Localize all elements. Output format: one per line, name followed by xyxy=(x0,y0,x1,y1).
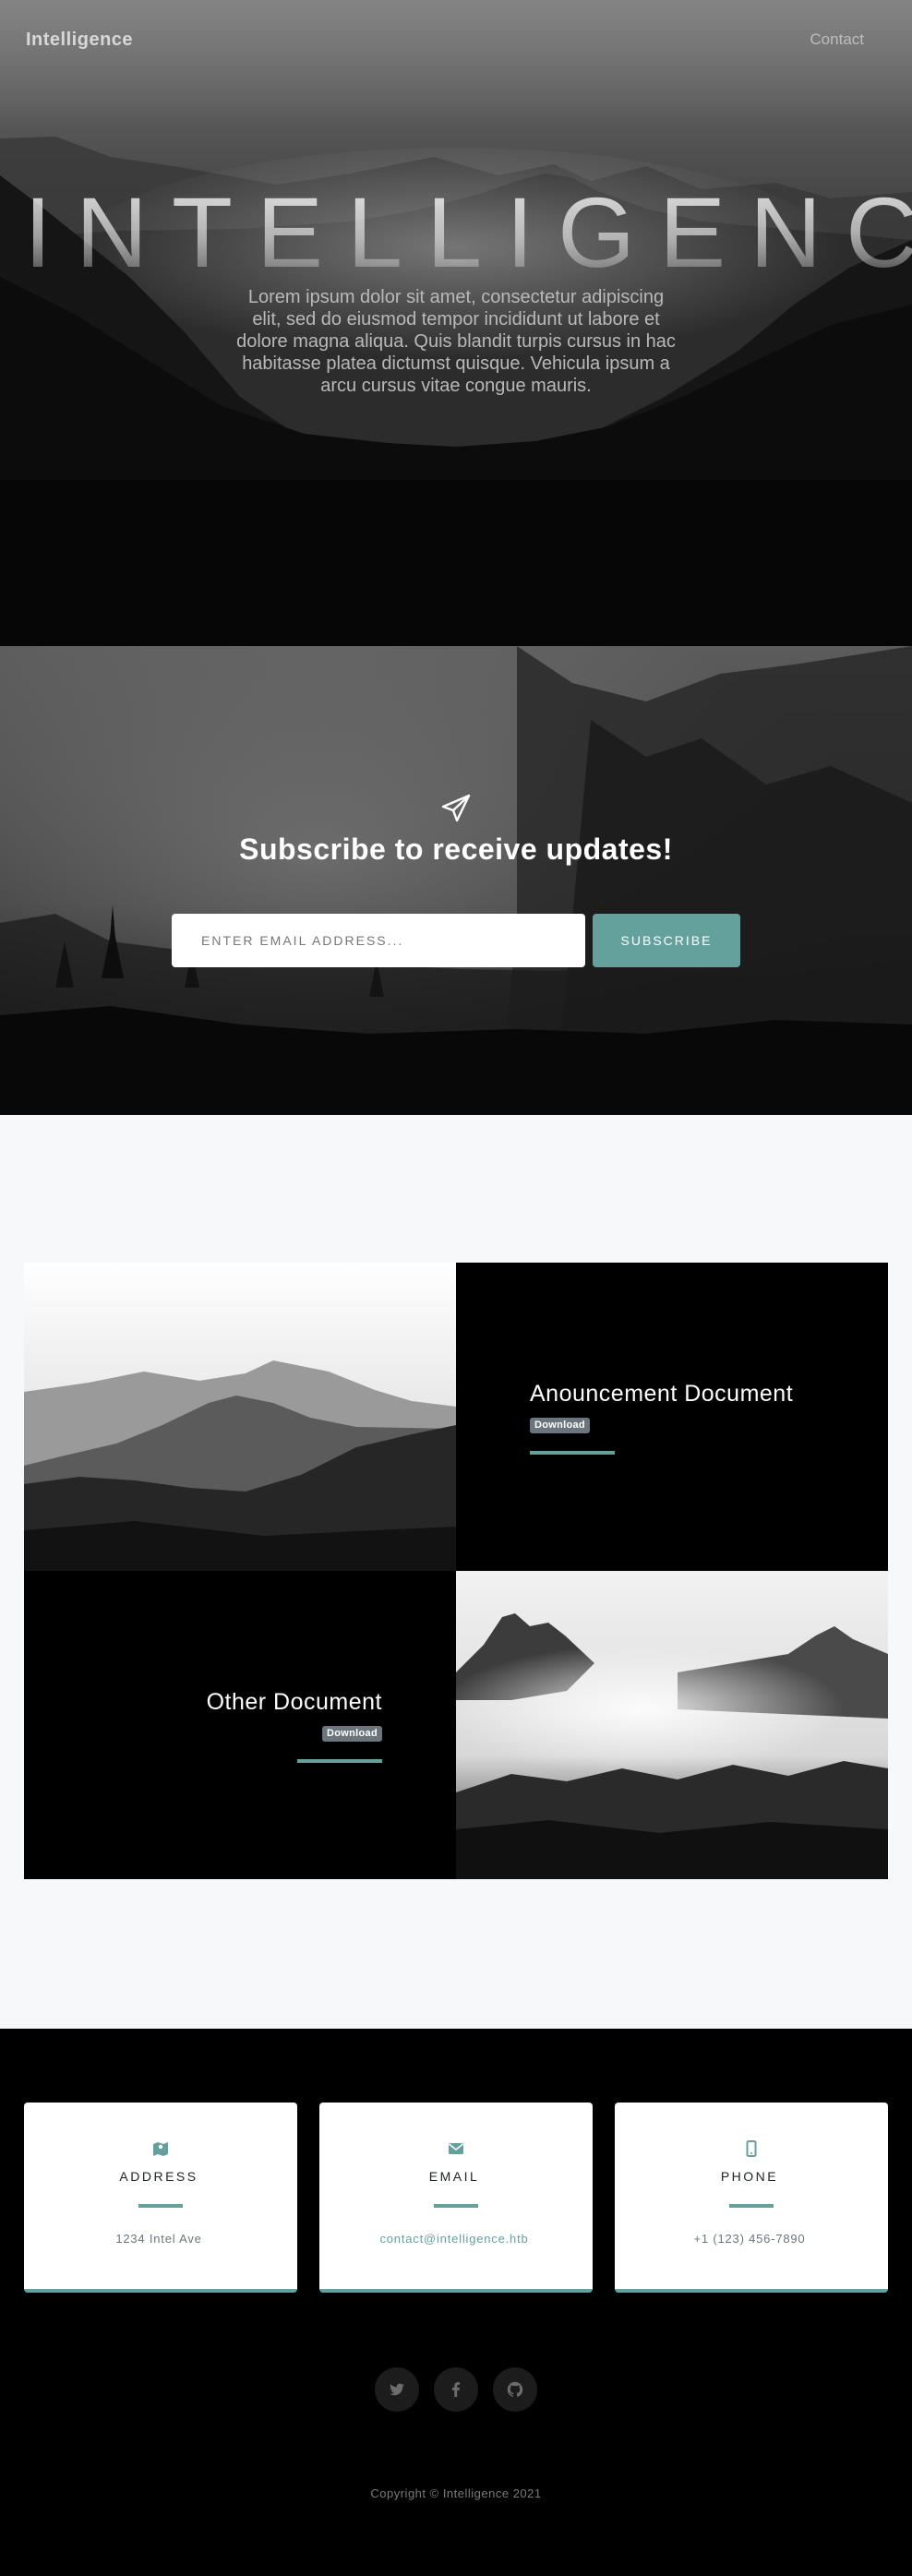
card-title: EMAIL xyxy=(428,2169,480,2184)
twitter-button[interactable] xyxy=(375,2367,419,2412)
github-button[interactable] xyxy=(493,2367,537,2412)
github-icon xyxy=(507,2381,523,2397)
divider xyxy=(297,1759,382,1763)
nav-contact-link[interactable]: Contact xyxy=(810,30,864,49)
brand-logo[interactable]: Intelligence xyxy=(26,30,133,51)
address-card: ADDRESS 1234 Intel Ave xyxy=(24,2103,297,2293)
documents-section: Anouncement Document Download Other Docu… xyxy=(0,1115,912,2029)
subscribe-title: Subscribe to receive updates! xyxy=(239,833,673,866)
envelope-icon xyxy=(449,2143,463,2154)
phone-card: PHONE +1 (123) 456-7890 xyxy=(615,2103,888,2293)
email-card: EMAIL contact@intelligence.htb xyxy=(319,2103,593,2293)
address-value: 1234 Intel Ave xyxy=(115,2232,202,2246)
divider xyxy=(729,2204,774,2208)
subscribe-section: Subscribe to receive updates! SUBSCRIBE xyxy=(0,646,912,1115)
map-icon xyxy=(153,2142,168,2156)
card-title: PHONE xyxy=(720,2169,779,2184)
mobile-icon xyxy=(746,2140,757,2157)
foggy-peaks-image xyxy=(456,1571,888,1879)
divider xyxy=(434,2204,478,2208)
phone-value: +1 (123) 456-7890 xyxy=(693,2232,806,2246)
twitter-icon xyxy=(390,2383,404,2396)
download-badge[interactable]: Download xyxy=(322,1726,382,1742)
document-title: Other Document xyxy=(206,1689,382,1715)
divider xyxy=(138,2204,183,2208)
download-badge[interactable]: Download xyxy=(530,1418,590,1433)
divider xyxy=(530,1451,615,1455)
subscribe-button[interactable]: SUBSCRIBE xyxy=(593,914,740,967)
facebook-button[interactable] xyxy=(434,2367,478,2412)
email-link[interactable]: contact@intelligence.htb xyxy=(319,2232,589,2246)
card-title: ADDRESS xyxy=(119,2169,198,2184)
paper-plane-icon xyxy=(441,794,471,822)
hero-description: Lorem ipsum dolor sit amet, consectetur … xyxy=(236,287,676,396)
announcement-document-card: Anouncement Document Download xyxy=(456,1263,888,1571)
other-document-card: Other Document Download xyxy=(24,1571,456,1879)
top-navbar: Intelligence Contact xyxy=(0,0,912,81)
hero-section: Intelligence Contact INTELLIGENCE Lorem … xyxy=(0,0,912,646)
document-title: Anouncement Document xyxy=(530,1381,794,1407)
contact-section: ADDRESS 1234 Intel Ave EMAIL contact@int… xyxy=(0,2029,912,2576)
facebook-icon xyxy=(451,2382,461,2397)
email-input[interactable] xyxy=(172,914,585,967)
copyright-text: Copyright © Intelligence 2021 xyxy=(370,2486,542,2500)
subscribe-background-image xyxy=(0,646,912,1115)
mountains-image xyxy=(24,1263,456,1571)
hero-title: INTELLIGENCE xyxy=(0,177,912,288)
